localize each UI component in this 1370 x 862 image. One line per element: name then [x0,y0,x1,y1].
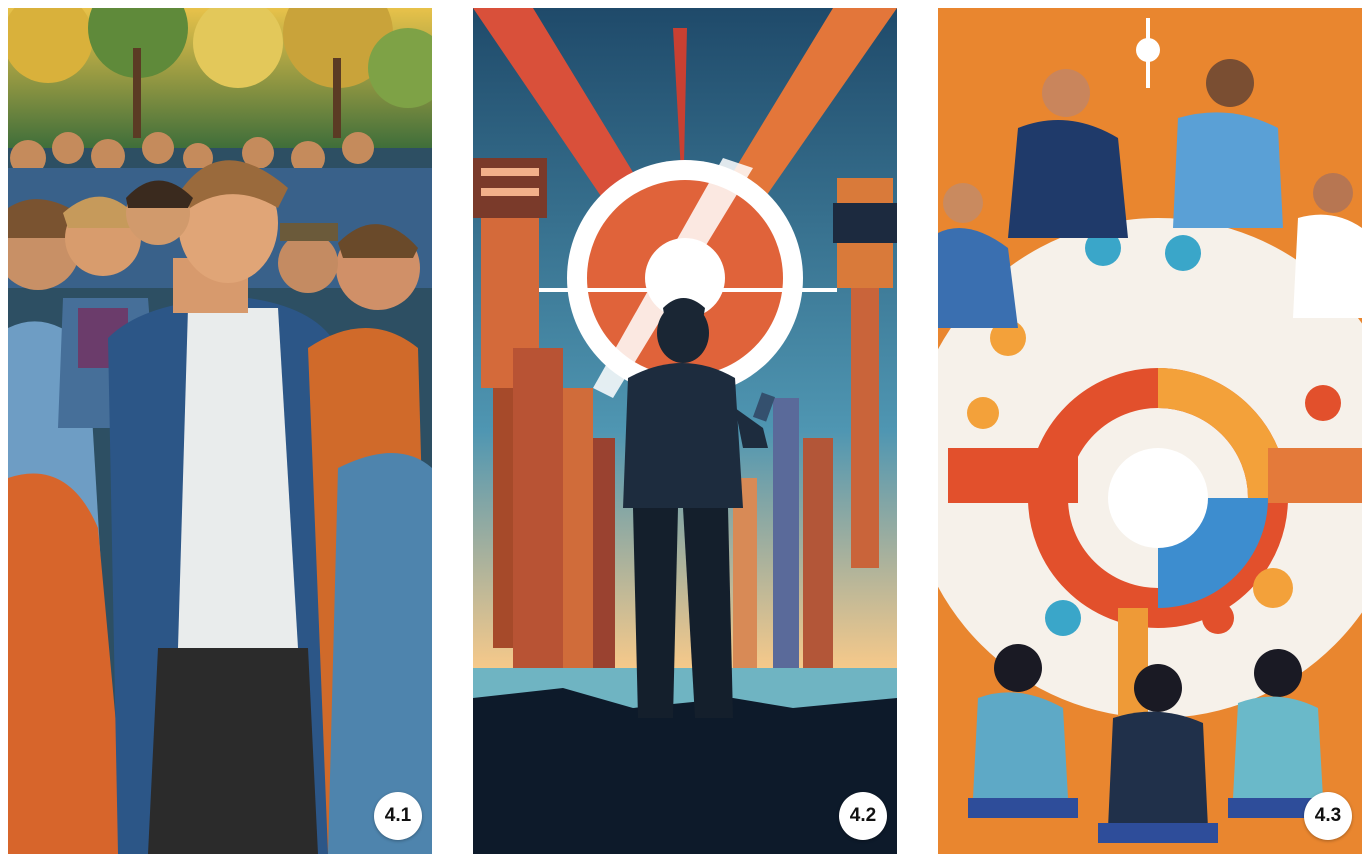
illustration-panel-meeting: 4.3 [938,8,1362,854]
panel-number-badge: 4.1 [374,792,422,840]
city-illustration [473,8,897,854]
illustration-panel-crowd: 4.1 [8,8,432,854]
crowd-illustration [8,8,432,854]
meeting-illustration [938,8,1362,854]
illustration-panel-city: 4.2 [473,8,897,854]
panel-number-badge: 4.3 [1304,792,1352,840]
panel-number-badge: 4.2 [839,792,887,840]
